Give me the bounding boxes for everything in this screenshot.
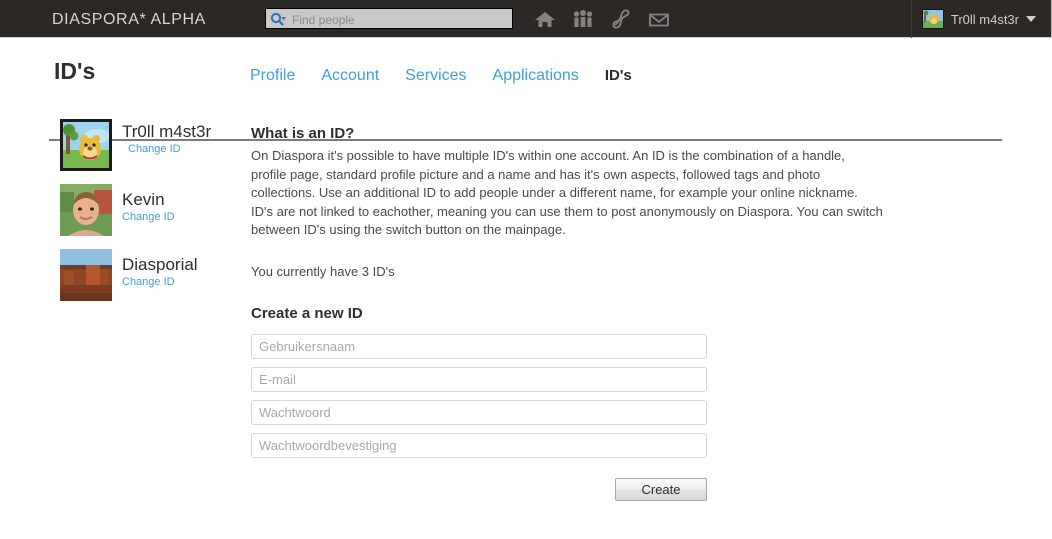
list-item[interactable]: Tr0ll m4st3r Change ID <box>60 119 250 181</box>
contacts-icon[interactable] <box>572 9 594 30</box>
search-input[interactable] <box>290 9 514 30</box>
avatar <box>921 9 944 29</box>
id-name: Diasporial <box>122 255 198 274</box>
list-item[interactable]: Diasporial Change ID <box>60 249 250 311</box>
id-name: Kevin <box>122 190 165 209</box>
create-id-heading: Create a new ID <box>251 304 363 322</box>
page-title: ID's <box>54 58 96 84</box>
change-id-link[interactable]: Change ID <box>122 276 252 288</box>
what-is-id-body: On Diaspora it's possible to have multip… <box>251 148 883 237</box>
nav-icon-group <box>534 8 670 30</box>
username-field[interactable] <box>251 333 707 359</box>
id-name: Tr0ll m4st3r <box>122 122 212 141</box>
create-button[interactable]: Create <box>615 477 707 501</box>
what-is-id-heading: What is an ID? <box>251 125 355 142</box>
id-count-text: You currently have 3 ID's <box>251 263 395 279</box>
portrait-photo-avatar <box>60 184 112 236</box>
settings-tab-bar: Profile Account Services Applications ID… <box>250 67 632 85</box>
tab-profile[interactable]: Profile <box>250 67 295 85</box>
mail-icon[interactable] <box>648 9 670 30</box>
tab-account[interactable]: Account <box>321 67 379 85</box>
user-menu-label: Tr0ll m4st3r <box>950 11 1019 27</box>
ids-main-panel: What is an ID? On Diaspora it's possible… <box>251 125 891 501</box>
tab-applications[interactable]: Applications <box>493 67 579 85</box>
form-actions: Create <box>251 477 707 501</box>
password-confirm-field[interactable] <box>251 432 707 458</box>
email-field[interactable] <box>251 366 707 392</box>
home-icon[interactable] <box>534 9 556 30</box>
brand-logo[interactable]: DIASPORA* ALPHA <box>52 11 206 29</box>
create-id-form: Create <box>251 333 707 501</box>
page-header: ID's Profile Account Services Applicatio… <box>0 38 1052 141</box>
tab-services[interactable]: Services <box>405 67 466 85</box>
user-menu[interactable]: Tr0ll m4st3r <box>910 0 1042 38</box>
tab-ids[interactable]: ID's <box>605 67 632 84</box>
list-item[interactable]: Kevin Change ID <box>60 184 250 246</box>
top-navigation-bar: DIASPORA* ALPHA Find people Tr0ll m4st3r <box>0 0 1052 38</box>
cartoon-bear-avatar <box>60 119 112 171</box>
password-field[interactable] <box>251 399 707 425</box>
change-id-link[interactable]: Change ID <box>128 143 252 155</box>
search-box[interactable] <box>265 8 514 30</box>
change-id-link[interactable]: Change ID <box>122 211 252 223</box>
chevron-down-icon <box>1026 16 1036 22</box>
id-list: Tr0ll m4st3r Change ID Kevin Change ID D… <box>60 119 250 314</box>
activity-icon[interactable] <box>610 8 632 30</box>
search-icon <box>270 12 286 27</box>
desert-mesa-avatar <box>60 249 112 301</box>
